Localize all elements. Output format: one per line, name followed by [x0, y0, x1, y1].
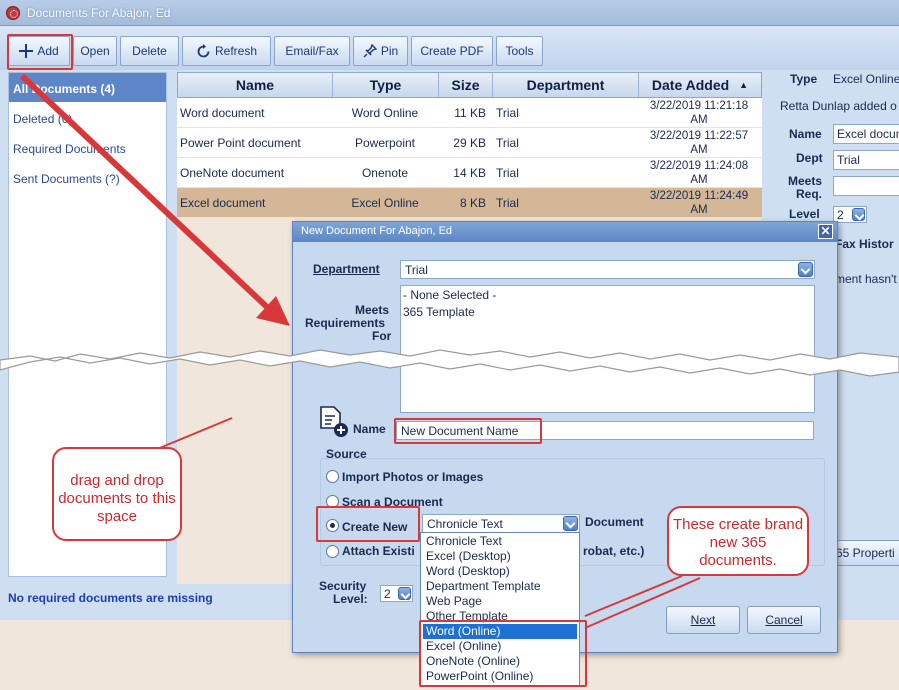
create-365-callout: These create brand new 365 documents. [667, 506, 809, 576]
online-options-highlight [419, 620, 587, 687]
drag-drop-callout: drag and drop documents to this space [52, 447, 182, 541]
create-new-highlight [316, 506, 420, 542]
add-highlight [7, 34, 73, 70]
name-highlight [394, 418, 542, 444]
annotation-arrows [19, 73, 701, 629]
